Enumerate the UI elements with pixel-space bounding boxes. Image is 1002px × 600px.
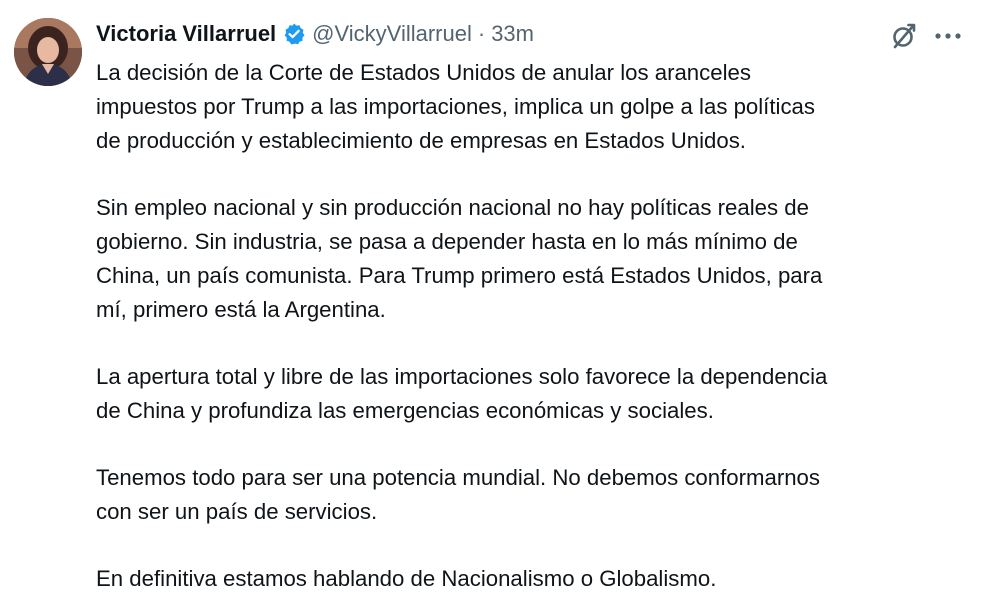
tweet-header: Victoria Villarruel @VickyVillarruel · 3… <box>96 18 534 50</box>
tweet-paragraph: La apertura total y libre de las importa… <box>96 364 828 423</box>
more-options-button[interactable] <box>928 20 968 52</box>
tweet-text: La decisión de la Corte de Estados Unido… <box>96 56 976 596</box>
display-name[interactable]: Victoria Villarruel <box>96 18 276 50</box>
grok-icon <box>893 23 916 49</box>
tweet-paragraph: Tenemos todo para ser una potencia mundi… <box>96 465 820 524</box>
tweet-paragraph: En definitiva estamos hablando de Nacion… <box>96 566 717 591</box>
more-options-icon <box>935 33 961 39</box>
tweet: Victoria Villarruel @VickyVillarruel · 3… <box>0 0 1002 600</box>
verified-badge-icon <box>282 22 306 46</box>
avatar[interactable] <box>14 18 82 86</box>
profile-photo <box>14 18 82 86</box>
tweet-paragraph: Sin empleo nacional y sin producción nac… <box>96 195 823 322</box>
timestamp[interactable]: 33m <box>491 18 534 50</box>
header-separator: · <box>477 21 486 46</box>
user-handle[interactable]: @VickyVillarruel <box>312 18 472 50</box>
grok-button[interactable] <box>888 20 920 52</box>
tweet-paragraph: La decisión de la Corte de Estados Unido… <box>96 60 815 153</box>
